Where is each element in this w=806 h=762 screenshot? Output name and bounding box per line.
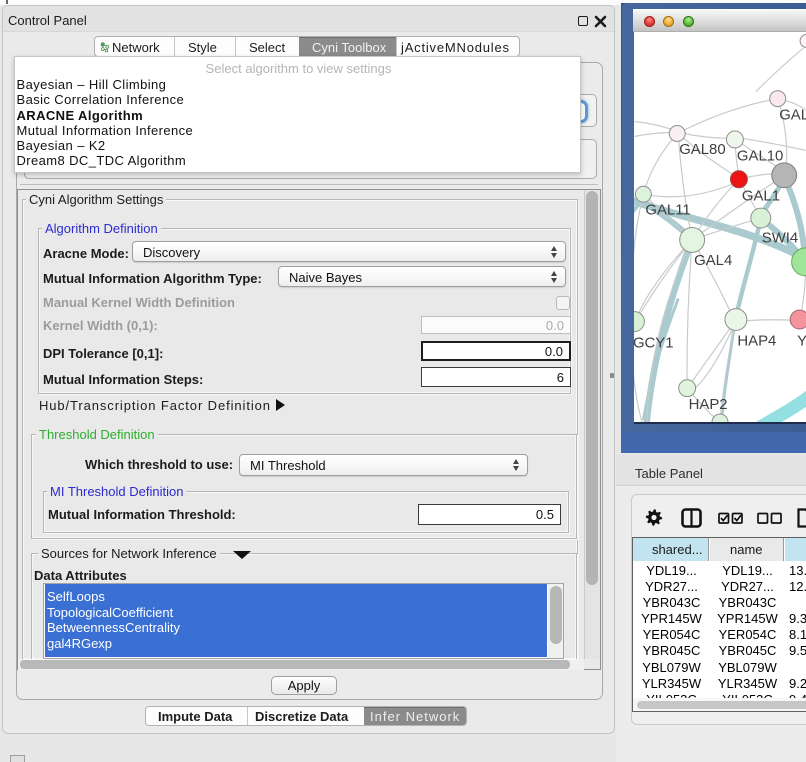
- svg-text:GAL80: GAL80: [679, 141, 725, 158]
- svg-text:HAP4: HAP4: [737, 332, 776, 349]
- svg-text:GCY1: GCY1: [634, 334, 674, 351]
- svg-text:HAP2: HAP2: [689, 396, 728, 413]
- svg-text:GAL11: GAL11: [645, 202, 690, 219]
- svg-text:GAL10: GAL10: [737, 147, 783, 164]
- svg-text:YB: YB: [797, 332, 806, 349]
- svg-text:SWI4: SWI4: [762, 229, 798, 246]
- svg-text:GAL1: GAL1: [742, 188, 780, 205]
- svg-text:GAL8: GAL8: [779, 107, 806, 124]
- svg-text:GAL4: GAL4: [694, 252, 732, 269]
